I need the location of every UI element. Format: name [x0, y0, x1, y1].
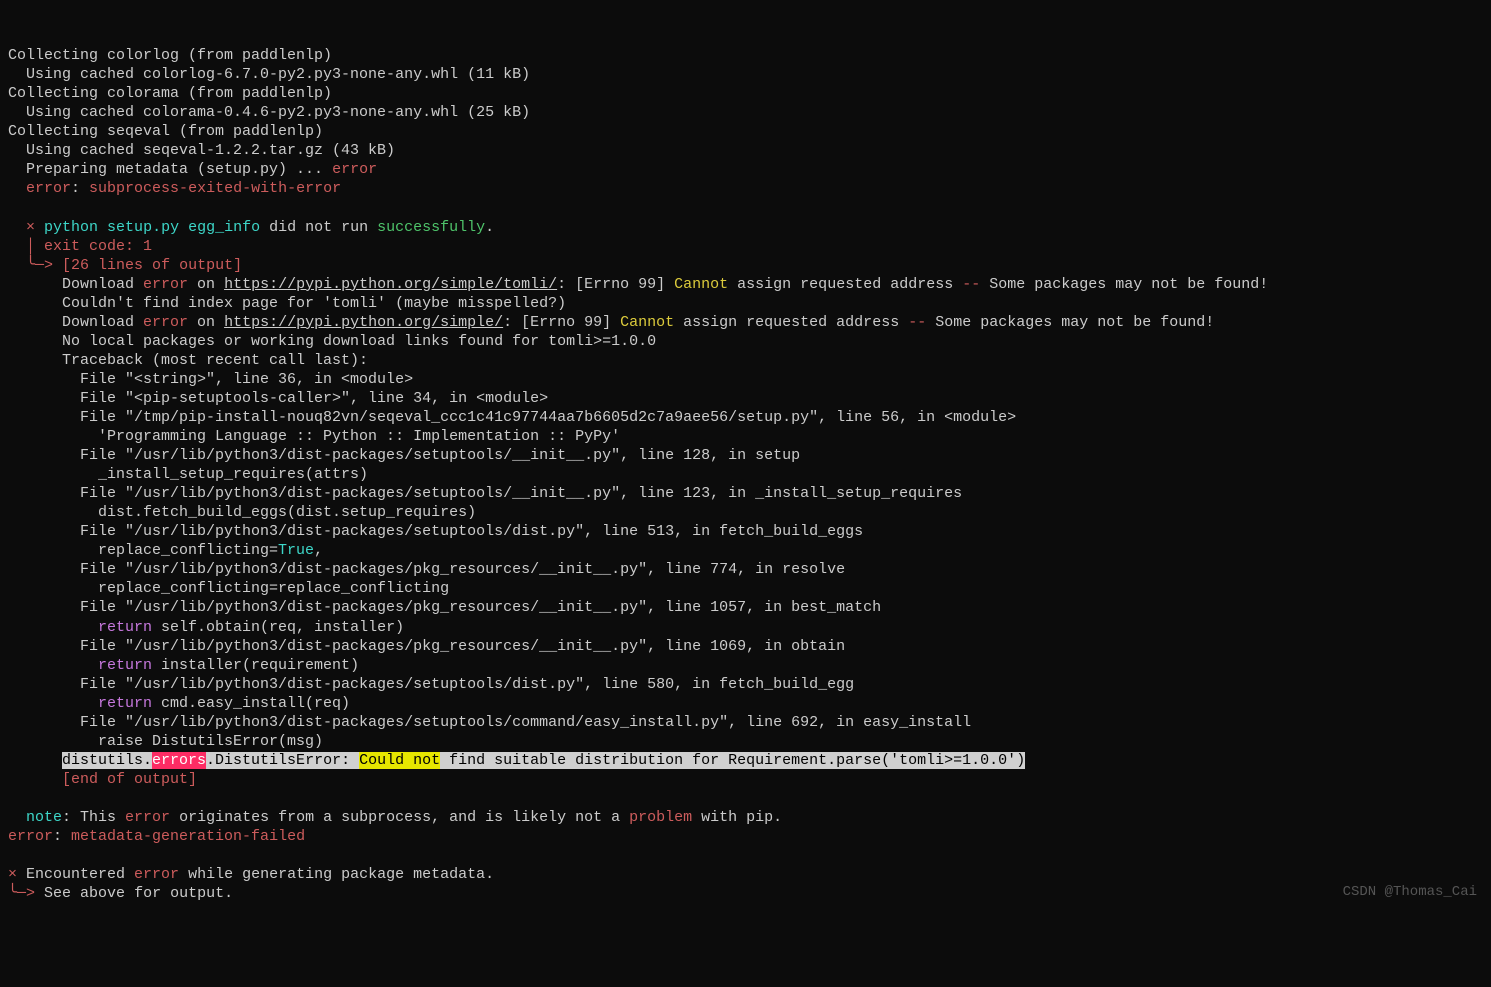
traceback-line: File "/usr/lib/python3/dist-packages/pkg…: [8, 638, 845, 655]
traceback-line: File "/usr/lib/python3/dist-packages/set…: [8, 523, 863, 540]
output-start: ╰─> [26 lines of output]: [8, 257, 242, 274]
traceback-line: replace_conflicting=True,: [8, 542, 323, 559]
traceback-line: File "/tmp/pip-install-nouq82vn/seqeval_…: [8, 409, 1016, 426]
traceback-line: return installer(requirement): [8, 657, 359, 674]
error-header: × python setup.py egg_info did not run s…: [8, 219, 494, 236]
terminal-output: Collecting colorlog (from paddlenlp) Usi…: [8, 46, 1483, 903]
traceback-line: _install_setup_requires(attrs): [8, 466, 368, 483]
line: No local packages or working download li…: [8, 333, 656, 350]
traceback-line: replace_conflicting=replace_conflicting: [8, 580, 449, 597]
traceback-line: File "/usr/lib/python3/dist-packages/pkg…: [8, 599, 881, 616]
note-line: note: This error originates from a subpr…: [8, 809, 782, 826]
traceback-line: return cmd.easy_install(req): [8, 695, 350, 712]
traceback-line: return self.obtain(req, installer): [8, 619, 404, 636]
see-above: ╰─> See above for output.: [8, 885, 233, 902]
line: Using cached seqeval-1.2.2.tar.gz (43 kB…: [8, 142, 395, 159]
traceback-line: raise DistutilsError(msg): [8, 733, 323, 750]
traceback-line: File "/usr/lib/python3/dist-packages/pkg…: [8, 561, 845, 578]
error-line: error: metadata-generation-failed: [8, 828, 305, 845]
traceback-line: 'Programming Language :: Python :: Imple…: [8, 428, 620, 445]
traceback-line: File "<string>", line 36, in <module>: [8, 371, 413, 388]
traceback-line: File "<pip-setuptools-caller>", line 34,…: [8, 390, 548, 407]
line: Using cached colorama-0.4.6-py2.py3-none…: [8, 104, 530, 121]
traceback-line: File "/usr/lib/python3/dist-packages/set…: [8, 714, 971, 731]
traceback-line: File "/usr/lib/python3/dist-packages/set…: [8, 485, 962, 502]
traceback-line: dist.fetch_build_eggs(dist.setup_require…: [8, 504, 476, 521]
line: Preparing metadata (setup.py) ... error: [8, 161, 377, 178]
error-line: error: subprocess-exited-with-error: [8, 180, 341, 197]
watermark: CSDN @Thomas_Cai: [1343, 884, 1477, 902]
encountered-error: × Encountered error while generating pac…: [8, 866, 494, 883]
traceback-line: File "/usr/lib/python3/dist-packages/set…: [8, 447, 800, 464]
line: Collecting colorama (from paddlenlp): [8, 85, 332, 102]
error-highlight: distutils.errors.DistutilsError: Could n…: [8, 752, 1025, 769]
download-error: Download error on https://pypi.python.or…: [8, 314, 1214, 331]
traceback-line: File "/usr/lib/python3/dist-packages/set…: [8, 676, 854, 693]
download-error: Download error on https://pypi.python.or…: [8, 276, 1268, 293]
traceback-header: Traceback (most recent call last):: [8, 352, 368, 369]
line: Couldn't find index page for 'tomli' (ma…: [8, 295, 566, 312]
line: Using cached colorlog-6.7.0-py2.py3-none…: [8, 66, 530, 83]
line: Collecting colorlog (from paddlenlp): [8, 47, 332, 64]
output-end: [end of output]: [8, 771, 197, 788]
exit-code: │ exit code: 1: [8, 238, 152, 255]
line: Collecting seqeval (from paddlenlp): [8, 123, 323, 140]
